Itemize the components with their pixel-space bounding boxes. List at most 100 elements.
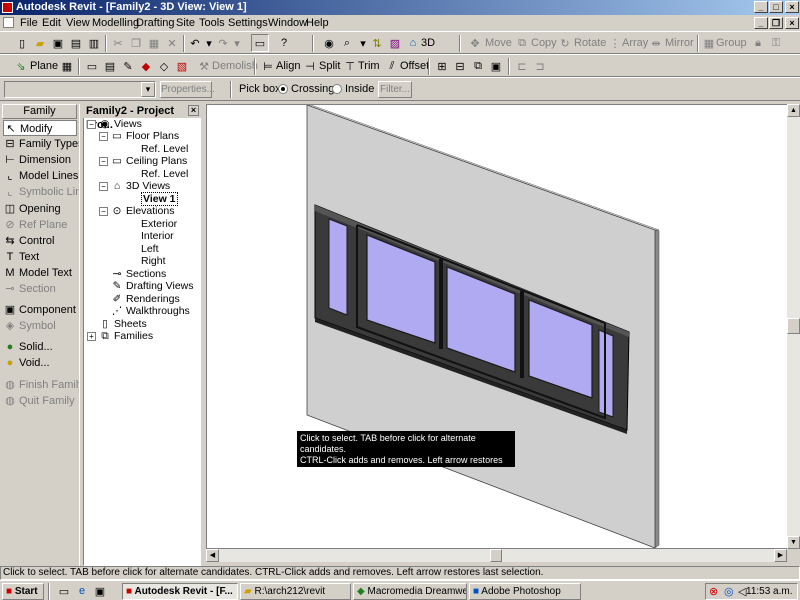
design-bar-item-model-lines[interactable]: ⌞ Model Lines (3, 168, 78, 184)
menu-tools[interactable]: Tools (199, 16, 225, 30)
browser-node[interactable]: ⧉ Families (99, 330, 153, 342)
paint-icon[interactable]: ◆ (138, 58, 154, 74)
start-button[interactable]: ■ Start (2, 583, 44, 600)
menu-site[interactable]: Site (176, 16, 195, 30)
expand-toggle[interactable]: − (87, 120, 96, 129)
menu-view[interactable]: View (66, 16, 90, 30)
browser-node[interactable]: ▭ Floor Plans (111, 130, 179, 142)
group-button[interactable]: Group (716, 36, 747, 50)
design-bar-item-symbol[interactable]: ◈ Symbol (3, 318, 77, 334)
delete-icon[interactable]: ✕ (164, 35, 180, 51)
close-browser-icon[interactable]: × (188, 105, 199, 116)
design-bar-item-ref-plane[interactable]: ⊘ Ref Plane (3, 217, 77, 233)
shading-icon[interactable]: ▨ (387, 35, 403, 51)
doc-restore-button[interactable]: ❐ (769, 17, 783, 29)
array-icon[interactable]: ⋮ (607, 35, 623, 51)
scroll-up-icon[interactable]: ▲ (787, 104, 800, 117)
unpin-icon[interactable]: ⊟ (452, 58, 468, 74)
cut-icon[interactable]: ✂ (110, 35, 126, 51)
filter-button[interactable]: Filter... (378, 81, 412, 98)
browser-node[interactable]: ◉ Views (99, 118, 141, 130)
menu-edit[interactable]: Edit (42, 16, 61, 30)
expand-toggle[interactable]: + (87, 332, 96, 341)
browser-node[interactable]: ▯ Sheets (99, 318, 147, 330)
quick-launch-icon[interactable]: ▣ (92, 583, 108, 599)
dropdown-arrow-icon[interactable]: ▾ (141, 82, 155, 97)
menu-settings[interactable]: Settings (228, 16, 268, 30)
match-type-icon[interactable]: ✎ (120, 58, 136, 74)
minimize-button[interactable]: _ (754, 1, 768, 13)
browser-node[interactable]: ✐ Renderings (111, 293, 180, 305)
copy-button[interactable]: Copy (531, 36, 557, 50)
offset-icon[interactable]: ⫽ (384, 58, 400, 74)
rotate-icon[interactable]: ↻ (557, 35, 573, 51)
trim-button[interactable]: Trim (358, 59, 380, 73)
move-icon[interactable]: ✥ (467, 35, 483, 51)
eye-icon[interactable]: ◉ (321, 35, 337, 51)
browser-node[interactable]: Exterior (141, 218, 177, 230)
design-bar-item-modify[interactable]: ↖ Modify (3, 120, 77, 136)
menu-window[interactable]: Window (268, 16, 307, 30)
vertical-scrollbar[interactable]: ▲ ▼ (787, 104, 800, 549)
horizontal-scroll-thumb[interactable] (490, 549, 502, 562)
menu-file[interactable]: File (20, 16, 38, 30)
copy-element-icon[interactable]: ⧉ (514, 35, 530, 51)
align-icon[interactable]: ⊨ (260, 58, 276, 74)
plane-icon[interactable]: ⇘ (13, 58, 29, 74)
browser-icon[interactable]: e (74, 583, 90, 599)
demolish-button[interactable]: Demolish (212, 59, 258, 73)
lock-icon[interactable]: 🔒︎ (750, 35, 766, 51)
browser-node[interactable]: Left (141, 243, 159, 255)
join-geometry-icon[interactable]: ▧ (174, 58, 190, 74)
save-icon[interactable]: ▣ (50, 35, 66, 51)
expand-toggle[interactable]: − (99, 207, 108, 216)
family-tab[interactable]: Family (2, 104, 77, 119)
inside-radio[interactable] (332, 84, 342, 94)
browser-node[interactable]: ▭ Ceiling Plans (111, 155, 187, 167)
properties-button[interactable]: Properties... (160, 81, 215, 98)
menu-help[interactable]: Help (306, 16, 329, 30)
horizontal-scrollbar[interactable]: ◀ ▶ (206, 549, 787, 562)
design-bar-item-family-types[interactable]: ⊟ Family Types... (3, 136, 92, 152)
print-icon[interactable]: ▥ (86, 35, 102, 51)
menu-drafting[interactable]: Drafting (136, 16, 175, 30)
task-revit[interactable]: ■ Autodesk Revit - [F... (122, 583, 238, 600)
design-bar-item-model-text[interactable]: M Model Text (3, 265, 77, 281)
design-bar-item-quit-family[interactable]: ◍ Quit Family (3, 393, 77, 409)
browser-node[interactable]: Ref. Level (141, 143, 188, 155)
copy-icon[interactable]: ❐ (128, 35, 144, 51)
expand-toggle[interactable]: − (99, 157, 108, 166)
group-icon[interactable]: ▦ (701, 35, 717, 51)
browser-node[interactable]: View 1 (141, 192, 178, 206)
whats-this-icon[interactable]: ? (276, 35, 292, 51)
open-icon[interactable]: ▰ (32, 35, 48, 51)
browser-node[interactable]: Interior (141, 230, 174, 242)
split-icon[interactable]: ⊣ (302, 58, 318, 74)
split-face-icon[interactable]: ◇ (156, 58, 172, 74)
scroll-down-icon[interactable]: ▼ (787, 536, 800, 549)
maximize-button[interactable]: □ (769, 1, 783, 13)
mirror-icon[interactable]: ⇹ (648, 35, 664, 51)
plane-button[interactable]: Plane (30, 59, 58, 73)
task-dreamweaver[interactable]: ◆ Macromedia Dreamwe... (353, 583, 467, 600)
scroll-left-icon[interactable]: ◀ (206, 549, 219, 562)
show-desktop-icon[interactable]: ▭ (56, 583, 72, 599)
design-bar-item-solid[interactable]: ● Solid... (3, 339, 77, 355)
browser-node[interactable]: ⊙ Elevations (111, 205, 175, 217)
zoom-icon[interactable]: ⌕ (339, 35, 355, 51)
walkthrough-tool-icon[interactable]: ⊏ (514, 58, 530, 74)
design-bar-item-component[interactable]: ▣ Component (3, 302, 77, 318)
move-button[interactable]: Move (485, 36, 512, 50)
properties-icon[interactable]: ▭ (84, 58, 100, 74)
document-icon[interactable] (3, 17, 14, 28)
task-photoshop[interactable]: ■ Adobe Photoshop (469, 583, 581, 600)
type-selector[interactable]: ▾ (4, 81, 156, 98)
rendering-tool-icon[interactable]: ⊐ (532, 58, 548, 74)
dynamic-view-icon[interactable]: ⇅ (369, 35, 385, 51)
redo-dropdown-icon[interactable]: ▾ (229, 35, 245, 51)
copy-to-clipboard-icon[interactable]: ⧉ (470, 58, 486, 74)
demolish-icon[interactable]: ⚒ (196, 58, 212, 74)
design-bar-item-opening[interactable]: ◫ Opening (3, 201, 77, 217)
menu-modelling[interactable]: Modelling (92, 16, 139, 30)
offset-button[interactable]: Offset (400, 59, 429, 73)
